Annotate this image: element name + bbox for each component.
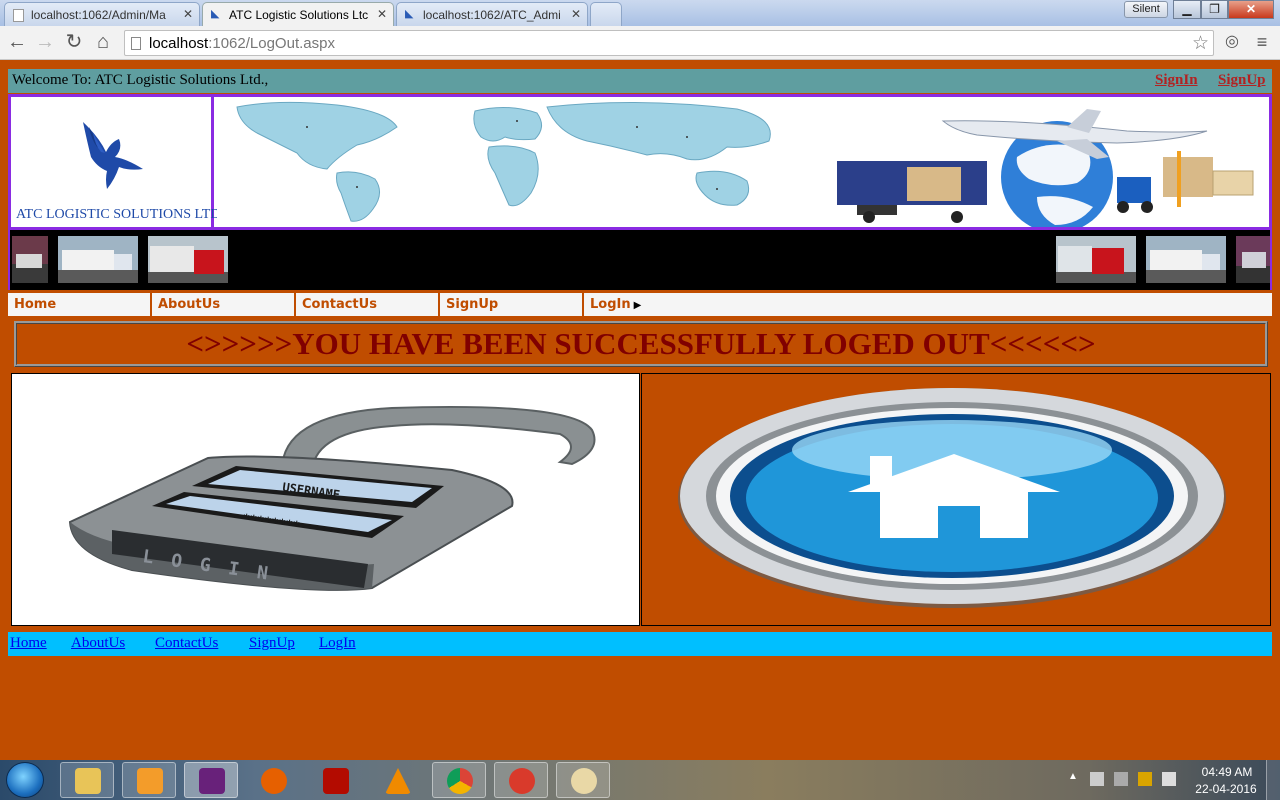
show-desktop-button[interactable] [1266,760,1280,800]
footer-link-home[interactable]: Home [10,635,47,652]
home-image-panel[interactable] [641,373,1271,626]
menu-contactus[interactable]: ContactUs [296,293,440,316]
profile-badge[interactable]: Silent [1124,1,1168,18]
reload-icon[interactable]: ↻ [62,31,86,55]
login-image-panel[interactable]: USERNAME ******** LOGIN [11,373,640,626]
tab-title: ATC Logistic Solutions Ltc [229,8,369,22]
submenu-arrow-icon: ▶ [633,300,642,311]
footer-link-login[interactable]: LogIn [319,635,356,652]
footer-link-aboutus[interactable]: AboutUs [71,635,125,652]
new-tab-button[interactable] [590,2,622,26]
red-truck-image [1056,236,1136,283]
signin-link[interactable]: SignIn [1155,72,1198,89]
address-bar[interactable]: localhost:1062/LogOut.aspx ☆ [124,30,1214,56]
logo-text: ATC LOGISTIC SOLUTIONS LTD., [16,207,228,222]
windows-taskbar [0,760,1280,800]
footer-link-signup[interactable]: SignUp [249,635,295,652]
visual-studio-icon: ◣ [405,8,414,20]
show-hidden-icons-arrow[interactable]: ▲ [1068,771,1078,782]
bookmark-star-icon[interactable]: ☆ [1192,32,1209,55]
menu-signup[interactable]: SignUp [440,293,584,316]
welcome-bar: Welcome To: ATC Logistic Solutions Ltd.,… [8,69,1272,93]
menu-label: AboutUs [158,297,221,312]
close-tab-icon[interactable]: ✕ [571,7,581,21]
chrome-icon[interactable] [432,762,486,798]
menu-aboutus[interactable]: AboutUs [152,293,296,316]
menu-label: ContactUs [302,297,377,312]
clock-time[interactable]: 04:49 AM [1197,765,1257,779]
logout-message: <>>>>>YOU HAVE BEEN SUCCESSFULLY LOGED O… [14,321,1268,367]
tab-atc-admin[interactable]: ◣ localhost:1062/ATC_Admi ✕ [396,2,588,26]
browser-tabstrip: localhost:1062/Admin/Ma ✕ ◣ ATC Logistic… [0,0,1280,27]
vlc-icon[interactable] [370,762,424,798]
header-banner: ATC LOGISTIC SOLUTIONS LTD., [8,94,1272,230]
visual-studio-icon[interactable] [184,762,238,798]
minimize-button[interactable]: ▁ [1173,0,1201,19]
sunset-truck-image [12,236,48,283]
padlock-login-image: USERNAME ******** LOGIN [12,374,639,625]
back-arrow-icon[interactable]: ← [5,31,29,55]
volume-icon[interactable] [1162,772,1176,786]
white-truck-image [58,236,138,283]
extension-icon[interactable]: ◎ [1220,31,1244,55]
footer-nav: Home AboutUs ContactUs SignUp LogIn [8,632,1272,656]
forward-arrow-icon[interactable]: → [33,31,57,55]
menu-label: LogIn [590,297,631,312]
sunset-truck-image [1236,236,1270,283]
page-icon [131,37,141,50]
window-close-button[interactable]: ✕ [1228,0,1274,19]
network-icon[interactable] [1138,772,1152,786]
paint-icon[interactable] [556,762,610,798]
firefox-icon[interactable] [246,762,300,798]
white-truck-image [1146,236,1226,283]
home-icon[interactable]: ⌂ [91,31,115,55]
world-map-logistics-image [217,97,1269,227]
file-explorer-icon[interactable] [60,762,114,798]
url-host: localhost [149,35,209,52]
close-tab-icon[interactable]: ✕ [183,7,193,21]
company-logo: ATC LOGISTIC SOLUTIONS LTD., [11,97,227,227]
network-adapter-icon[interactable] [1114,772,1128,786]
tab-title: localhost:1062/ATC_Admi [423,8,561,22]
menu-login[interactable]: LogIn ▶ [584,293,728,316]
red-truck-image [148,236,228,283]
tab-admin[interactable]: localhost:1062/Admin/Ma ✕ [4,2,200,26]
clock-date[interactable]: 22-04-2016 [1193,782,1259,796]
media-player-icon[interactable] [122,762,176,798]
tab-atc-logistic[interactable]: ◣ ATC Logistic Solutions Ltc ✕ [202,2,394,27]
browser-toolbar: ← → ↻ ⌂ localhost:1062/LogOut.aspx ☆ ◎ ≡ [0,26,1280,60]
truck-gallery-strip [8,230,1272,290]
action-center-icon[interactable] [1090,772,1104,786]
maximize-button[interactable]: ❐ [1201,0,1228,19]
main-menu: Home AboutUs ContactUs SignUp LogIn ▶ [8,292,1272,316]
eagle-logo-icon [83,122,143,189]
menu-home[interactable]: Home [8,293,152,316]
menu-label: Home [14,297,57,312]
url-path: :1062/LogOut.aspx [208,35,335,52]
signup-link[interactable]: SignUp [1218,72,1266,89]
page-icon [13,9,24,22]
start-button[interactable] [6,762,44,798]
footer-link-contactus[interactable]: ContactUs [155,635,218,652]
acrobat-icon[interactable] [308,762,362,798]
menu-label: SignUp [446,297,499,312]
visual-studio-icon: ◣ [211,8,220,20]
menu-icon[interactable]: ≡ [1250,31,1274,55]
home-button-icon [642,374,1270,625]
ccleaner-icon[interactable] [494,762,548,798]
welcome-text: Welcome To: ATC Logistic Solutions Ltd., [12,72,269,88]
tab-title: localhost:1062/Admin/Ma [31,8,166,22]
close-tab-icon[interactable]: ✕ [377,7,387,21]
